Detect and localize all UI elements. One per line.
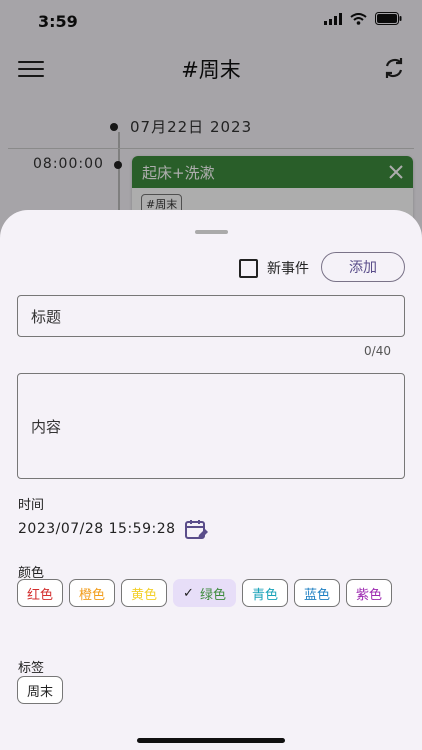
- tag-label: 标签: [18, 661, 45, 676]
- chip-label: 紫色: [356, 587, 383, 603]
- drag-handle[interactable]: [195, 230, 228, 234]
- color-chip-blue[interactable]: 蓝色: [293, 579, 340, 607]
- chip-label: 蓝色: [303, 587, 330, 603]
- tag-chip[interactable]: 周末: [17, 676, 64, 704]
- chip-label: 黄色: [131, 587, 158, 603]
- color-chip-yellow[interactable]: 黄色: [121, 579, 168, 607]
- color-chip-purple[interactable]: 紫色: [346, 579, 393, 607]
- calendar-edit-icon[interactable]: [184, 518, 208, 542]
- color-chip-cyan[interactable]: 青色: [241, 579, 288, 607]
- chip-label: 红色: [27, 587, 54, 603]
- content-input[interactable]: 内容: [17, 373, 405, 479]
- chip-label: 橙色: [79, 587, 106, 603]
- chip-label: 绿色: [199, 587, 226, 603]
- add-button[interactable]: 添加: [321, 252, 405, 282]
- title-counter: 0/40: [364, 344, 391, 358]
- color-chip-orange[interactable]: 橙色: [69, 579, 116, 607]
- color-chip-green[interactable]: ✓ 绿色: [173, 579, 236, 607]
- content-placeholder: 内容: [31, 418, 62, 436]
- new-event-toggle[interactable]: 新事件: [239, 258, 309, 278]
- time-label: 时间: [18, 498, 45, 513]
- color-chip-red[interactable]: 红色: [17, 579, 64, 607]
- title-input[interactable]: 标题: [17, 295, 405, 337]
- datetime-value: 2023/07/28 15:59:28: [18, 521, 176, 537]
- color-chips: 红色 橙色 黄色 ✓ 绿色 青色 蓝色 紫色: [17, 579, 407, 607]
- title-placeholder: 标题: [31, 308, 62, 326]
- bottom-sheet: 新事件 添加 标题 0/40 内容 时间 2023/07/28 15:59:28…: [0, 210, 422, 750]
- new-event-label: 新事件: [267, 261, 309, 277]
- chip-label: 青色: [251, 587, 278, 603]
- new-event-checkbox[interactable]: [239, 258, 258, 278]
- check-icon: ✓: [183, 585, 194, 601]
- home-indicator: [137, 738, 285, 743]
